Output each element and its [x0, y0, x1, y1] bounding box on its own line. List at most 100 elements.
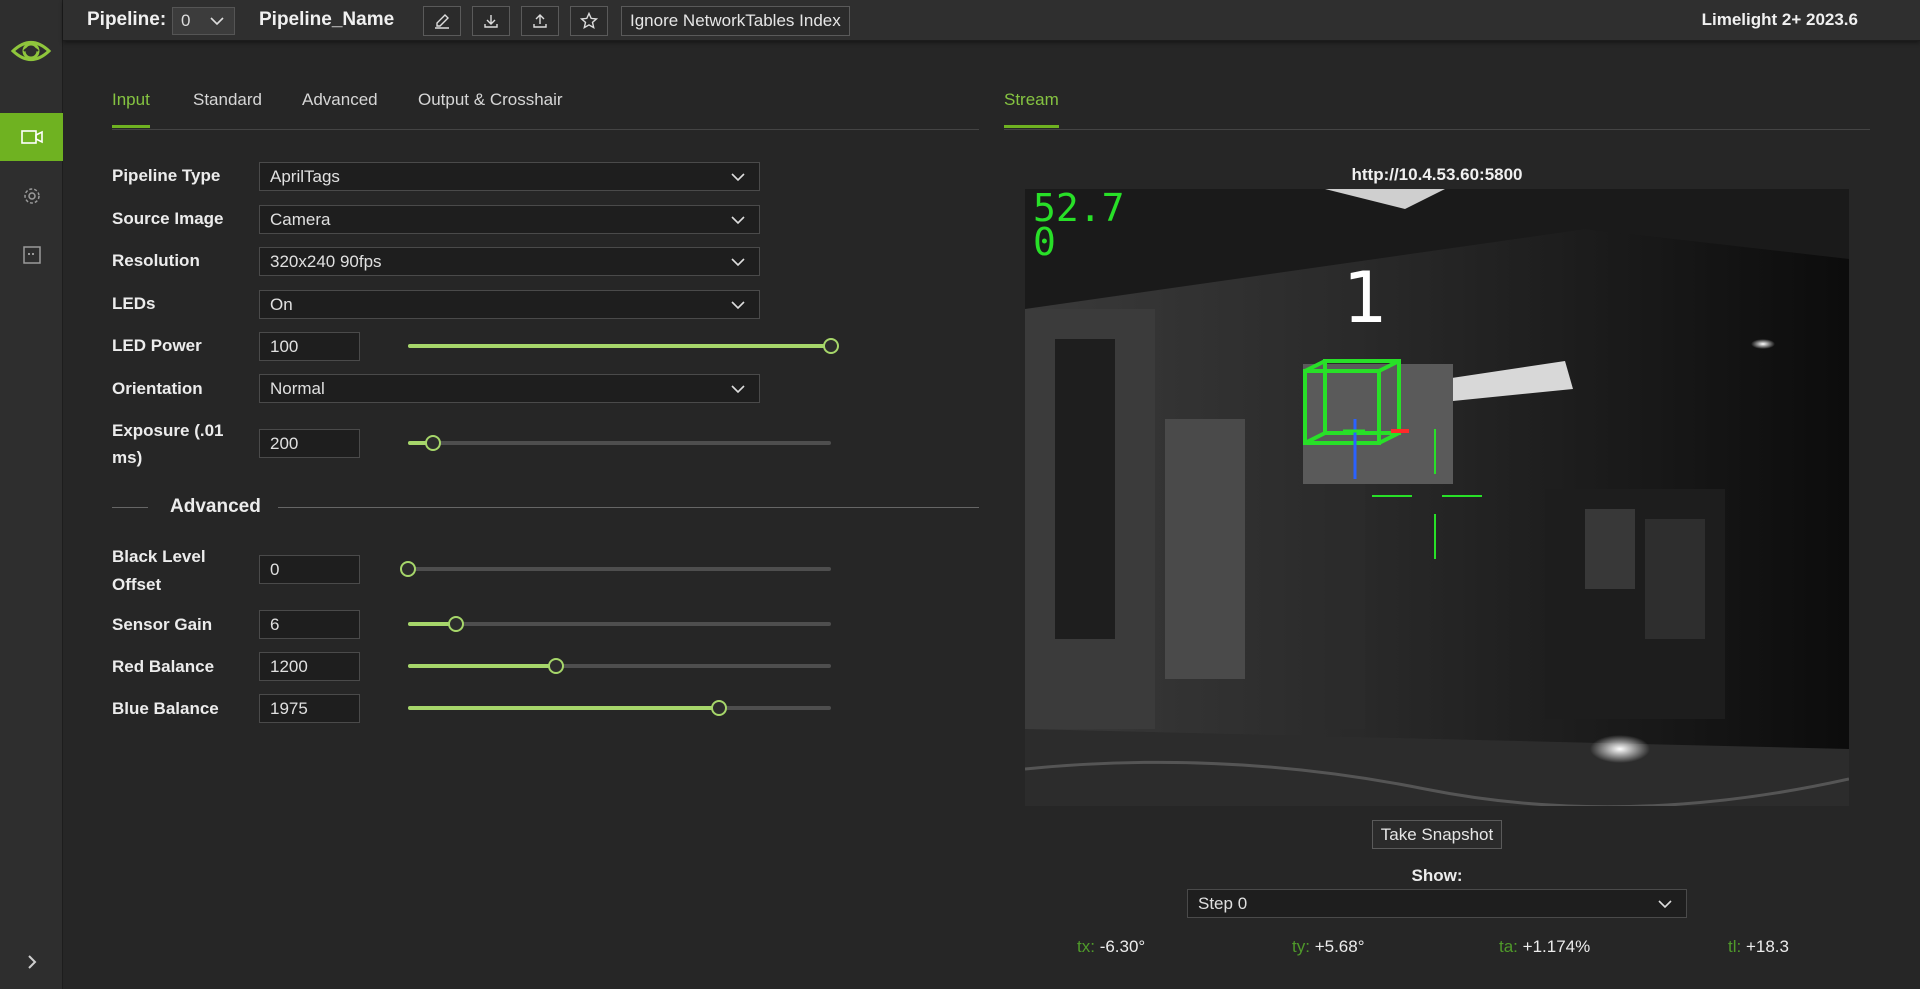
chevron-down-icon: [1658, 900, 1672, 909]
show-label: Show:: [1411, 866, 1463, 885]
led-power-slider[interactable]: [408, 338, 839, 354]
resolution-select[interactable]: 320x240 90fps: [259, 247, 760, 276]
tab-stream[interactable]: Stream: [1004, 90, 1059, 128]
chevron-right-icon: [27, 955, 36, 969]
show-step-value: Step 0: [1198, 894, 1248, 913]
black-level-label-line1: Black Level: [112, 547, 206, 566]
nav-camera[interactable]: [0, 113, 63, 161]
expand-rail-button[interactable]: [0, 945, 63, 979]
pipeline-label: Pipeline:: [87, 9, 167, 30]
slider-knob[interactable]: [710, 700, 727, 716]
red-balance-input[interactable]: 1200: [259, 652, 360, 681]
settings-tabs: Input Standard Advanced Output & Crossha…: [112, 86, 979, 130]
star-icon: [580, 12, 598, 30]
stat-ty-value: +5.68°: [1314, 937, 1365, 956]
tag-id-label: 1: [1343, 257, 1388, 339]
red-balance-label: Red Balance: [112, 657, 215, 676]
pencil-icon: [435, 14, 449, 29]
slider-knob[interactable]: [823, 338, 839, 354]
stat-ta-key: ta:: [1499, 937, 1518, 956]
tab-advanced[interactable]: Advanced: [302, 90, 378, 110]
led-power-input[interactable]: 100: [259, 332, 360, 361]
stat-ta: ta: +1.174%: [1499, 937, 1590, 957]
black-level-input[interactable]: 0: [259, 555, 360, 584]
source-image-value: Camera: [270, 210, 331, 229]
sensor-gain-slider[interactable]: [408, 616, 831, 632]
stat-ty: ty: +5.68°: [1292, 937, 1365, 957]
black-level-slider[interactable]: [400, 561, 831, 577]
favorite-pipeline-button[interactable]: [570, 6, 608, 36]
red-balance-slider[interactable]: [408, 658, 831, 674]
camera-feed-image: [1025, 189, 1849, 806]
exposure-slider[interactable]: [408, 435, 831, 451]
exposure-label-line1: Exposure (.01: [112, 421, 224, 440]
slider-knob[interactable]: [548, 658, 565, 674]
download-pipeline-button[interactable]: [472, 6, 510, 36]
slider-knob[interactable]: [425, 435, 442, 451]
exposure-input[interactable]: 200: [259, 429, 360, 458]
gear-icon: [23, 188, 40, 204]
stat-tl-value: +18.3: [1745, 937, 1789, 956]
exposure-label-line2: ms): [112, 448, 143, 467]
chevron-down-icon: [731, 258, 745, 267]
orientation-select[interactable]: Normal: [259, 374, 760, 403]
rename-pipeline-button[interactable]: [423, 6, 461, 36]
sensor-gain-input[interactable]: 6: [259, 610, 360, 639]
pipeline-type-select[interactable]: AprilTags: [259, 162, 760, 191]
leds-value: On: [270, 295, 293, 314]
stat-tl: tl: +18.3: [1728, 937, 1789, 957]
product-version: Limelight 2+ 2023.6: [1701, 10, 1858, 29]
source-image-label: Source Image: [112, 209, 224, 228]
nav-grid[interactable]: [0, 231, 63, 279]
stat-tl-key: tl:: [1728, 937, 1742, 956]
advanced-section-title: Advanced: [170, 496, 261, 517]
stat-tx-value: -6.30°: [1099, 937, 1146, 956]
top-bar: Pipeline: 0 Pipeline_Name Ignore Network…: [63, 0, 1920, 41]
slider-knob[interactable]: [400, 561, 416, 577]
pipeline-name[interactable]: Pipeline_Name: [259, 9, 394, 31]
upload-pipeline-button[interactable]: [521, 6, 559, 36]
leds-select[interactable]: On: [259, 290, 760, 319]
tab-output-crosshair[interactable]: Output & Crosshair: [418, 90, 563, 110]
limelight-logo-icon: [10, 32, 52, 70]
slider-knob[interactable]: [448, 616, 465, 632]
stat-tx-key: tx:: [1077, 937, 1095, 956]
tab-input[interactable]: Input: [112, 90, 150, 128]
black-level-label-line2: Offset: [112, 575, 162, 594]
resolution-value: 320x240 90fps: [270, 252, 382, 271]
take-snapshot-button[interactable]: Take Snapshot: [1372, 820, 1502, 849]
stream-tabs: Stream: [1004, 86, 1870, 130]
stat-ty-key: ty:: [1292, 937, 1310, 956]
chevron-down-icon: [731, 216, 745, 225]
led-power-label: LED Power: [112, 336, 202, 355]
pipeline-type-value: AprilTags: [270, 167, 340, 186]
chevron-down-icon: [210, 17, 224, 26]
overlay-line2: 0: [1033, 220, 1056, 264]
resolution-label: Resolution: [112, 251, 200, 270]
chevron-down-icon: [731, 301, 745, 310]
blue-balance-input[interactable]: 1975: [259, 694, 360, 723]
stream-url[interactable]: http://10.4.53.60:5800: [1025, 165, 1849, 185]
nav-settings[interactable]: [0, 172, 63, 220]
stat-ta-value: +1.174%: [1522, 937, 1591, 956]
source-image-select[interactable]: Camera: [259, 205, 760, 234]
camera-stream-view[interactable]: 52.7 0 1: [1025, 189, 1849, 806]
blue-balance-slider[interactable]: [408, 700, 831, 716]
orientation-label: Orientation: [112, 379, 203, 398]
tab-standard[interactable]: Standard: [193, 90, 262, 110]
stat-tx: tx: -6.30°: [1077, 937, 1145, 957]
camera-icon: [20, 130, 43, 144]
leds-label: LEDs: [112, 294, 156, 313]
grid-icon: [22, 246, 41, 264]
show-step-select[interactable]: Step 0: [1187, 889, 1687, 918]
download-icon: [484, 15, 498, 28]
sensor-gain-label: Sensor Gain: [112, 615, 213, 634]
chevron-down-icon: [731, 173, 745, 182]
advanced-section-divider: Advanced: [112, 494, 979, 520]
pipeline-index-select[interactable]: 0: [172, 7, 235, 35]
pipeline-type-label: Pipeline Type: [112, 166, 221, 185]
chevron-down-icon: [731, 385, 745, 394]
orientation-value: Normal: [270, 379, 325, 398]
ignore-networktables-index-button[interactable]: Ignore NetworkTables Index: [621, 6, 850, 36]
left-rail: [0, 0, 63, 989]
